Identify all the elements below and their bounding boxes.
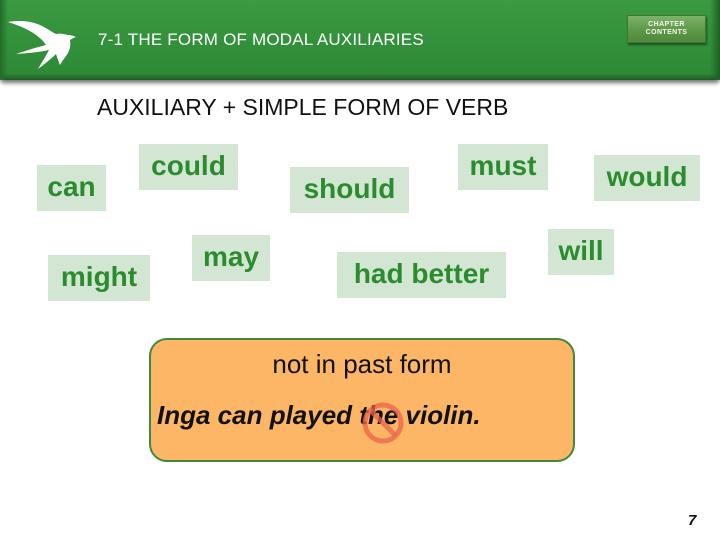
modal-word-can: can (37, 165, 106, 211)
no-sign-icon (362, 402, 404, 444)
modal-word-should: should (290, 167, 409, 213)
rule-callout: not in past form Inga can played the vio… (149, 338, 575, 462)
modal-word-must: must (458, 144, 548, 190)
rule-title: not in past form (272, 349, 452, 379)
modal-word-had-better: had better (337, 252, 506, 298)
modal-word-might: might (48, 255, 150, 301)
modal-word-could: could (139, 144, 238, 190)
formula-heading: AUXILIARY + SIMPLE FORM OF VERB (97, 94, 509, 120)
page-number: 7 (688, 512, 697, 529)
chapter-contents-label-line1: CHAPTER (648, 20, 685, 28)
chapter-contents-button[interactable]: CHAPTER CONTENTS (627, 15, 706, 43)
modal-word-will: will (548, 229, 614, 275)
incorrect-example-sentence: Inga can played the violin. (157, 400, 481, 430)
swallow-bird-icon (8, 21, 76, 69)
modal-word-may: may (192, 235, 270, 281)
modal-word-would: would (594, 155, 700, 201)
slide-header: 7-1 THE FORM OF MODAL AUXILIARIES CHAPTE… (0, 0, 720, 80)
slide-title: 7-1 THE FORM OF MODAL AUXILIARIES (98, 30, 424, 49)
chapter-contents-label-line2: CONTENTS (645, 29, 688, 36)
